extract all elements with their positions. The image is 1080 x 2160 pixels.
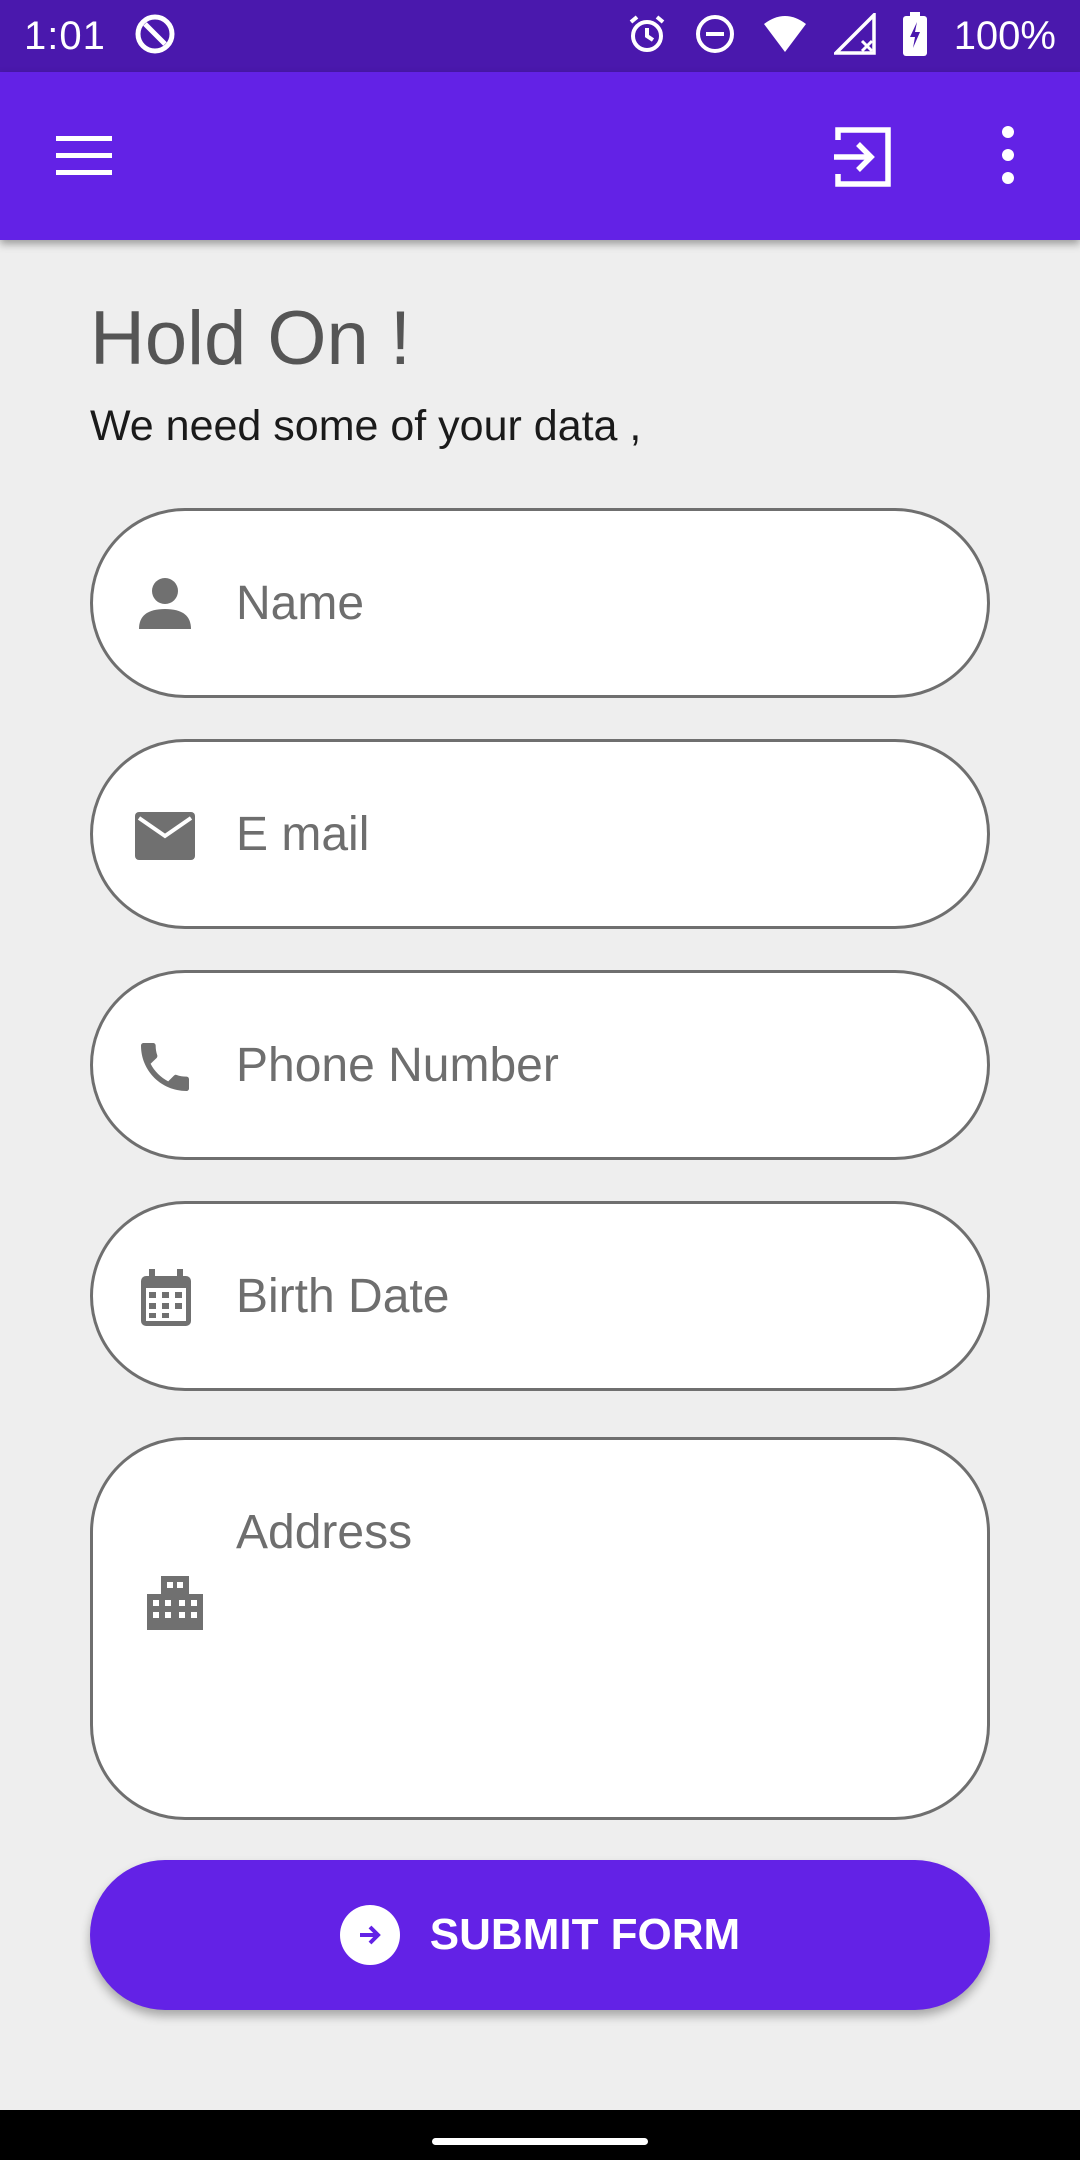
calendar-icon bbox=[133, 1266, 197, 1330]
building-icon bbox=[143, 1570, 207, 1634]
birth-date-field[interactable]: Birth Date bbox=[90, 1201, 990, 1391]
status-bar: 1:01 100% bbox=[0, 0, 1080, 72]
page-subtitle: We need some of your data , bbox=[90, 402, 642, 450]
alarm-icon bbox=[626, 13, 668, 60]
phone-placeholder: Phone Number bbox=[236, 1039, 559, 1092]
battery-icon bbox=[902, 11, 928, 61]
email-placeholder: E mail bbox=[236, 808, 370, 861]
address-placeholder: Address bbox=[236, 1506, 413, 1559]
wifi-icon bbox=[762, 14, 808, 59]
phone-field[interactable]: Phone Number bbox=[90, 970, 990, 1160]
page-title: Hold On ! bbox=[90, 296, 412, 381]
name-field[interactable]: Name bbox=[90, 508, 990, 698]
home-gesture-handle[interactable] bbox=[432, 2138, 648, 2145]
address-field[interactable]: Address bbox=[90, 1437, 990, 1820]
battery-percent: 100% bbox=[953, 13, 1056, 58]
signal-icon bbox=[831, 10, 876, 60]
email-icon bbox=[133, 804, 197, 868]
birth-date-placeholder: Birth Date bbox=[236, 1270, 450, 1323]
dnd-icon bbox=[694, 13, 736, 60]
nav-bar bbox=[0, 2110, 1080, 2160]
phone-icon bbox=[133, 1035, 197, 1099]
sync-icon bbox=[132, 11, 178, 62]
more-vert-icon[interactable] bbox=[990, 122, 1026, 188]
menu-icon[interactable] bbox=[52, 124, 116, 188]
person-icon bbox=[133, 571, 197, 635]
submit-form-button[interactable]: SUBMIT FORM bbox=[90, 1860, 990, 2010]
email-field[interactable]: E mail bbox=[90, 739, 990, 929]
exit-icon[interactable] bbox=[830, 124, 896, 190]
arrow-circle-icon bbox=[339, 1905, 400, 1965]
submit-form-label: SUBMIT FORM bbox=[429, 1910, 741, 1959]
status-time: 1:01 bbox=[24, 13, 106, 58]
app-bar bbox=[0, 72, 1080, 240]
name-placeholder: Name bbox=[236, 577, 365, 630]
